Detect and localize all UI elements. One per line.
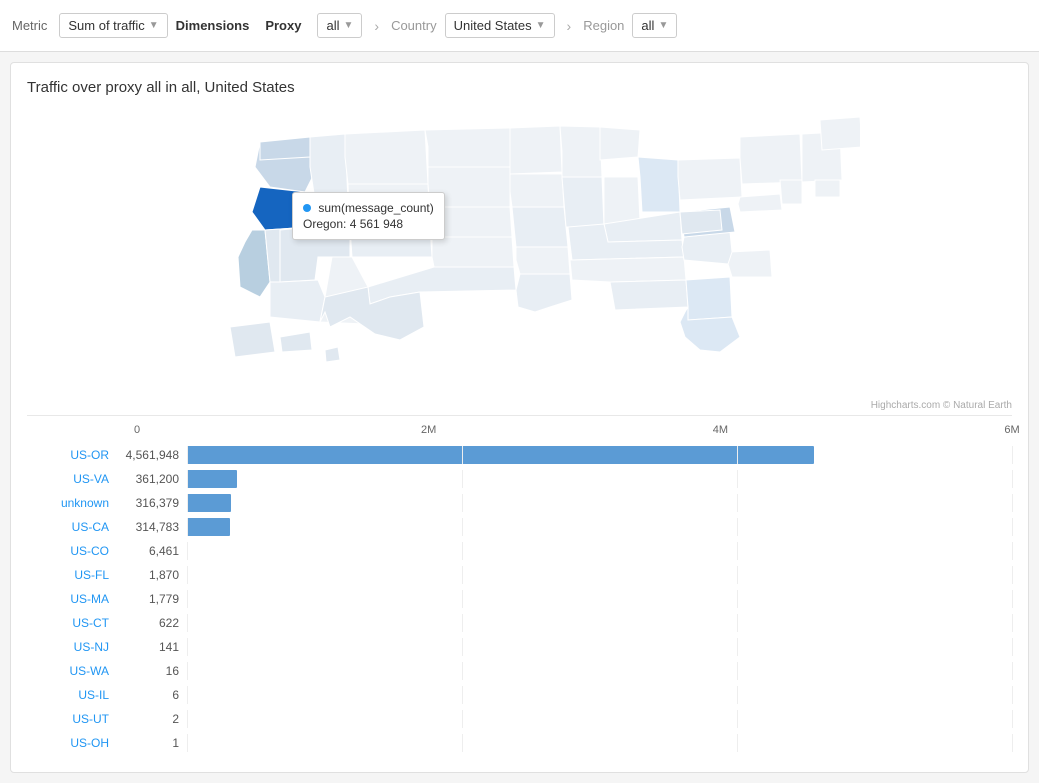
metric-value: Sum of traffic bbox=[68, 18, 144, 33]
table-row: US-UT2 bbox=[27, 708, 1012, 730]
bar-label-US-MA[interactable]: US-MA bbox=[27, 592, 117, 606]
bar-value-US-CO: 6,461 bbox=[117, 544, 187, 558]
bar-fill-US-CA bbox=[187, 518, 230, 536]
axis-label-2m: 2M bbox=[421, 424, 436, 436]
bar-track-US-CO bbox=[187, 542, 1012, 560]
axis-label-6m: 6M bbox=[1004, 424, 1019, 436]
table-row: US-FL1,870 bbox=[27, 564, 1012, 586]
tooltip-value: 4 561 948 bbox=[350, 217, 403, 231]
bar-value-US-IL: 6 bbox=[117, 688, 187, 702]
country-dropdown-arrow: ▼ bbox=[536, 20, 546, 31]
bar-track-US-NJ bbox=[187, 638, 1012, 656]
tooltip-region: Oregon bbox=[303, 217, 343, 231]
bar-value-unknown: 316,379 bbox=[117, 496, 187, 510]
bar-label-US-IL[interactable]: US-IL bbox=[27, 688, 117, 702]
table-row: US-MA1,779 bbox=[27, 588, 1012, 610]
dimensions-label: Dimensions bbox=[176, 18, 250, 33]
bar-value-US-CA: 314,783 bbox=[117, 520, 187, 534]
table-row: US-OR4,561,948 bbox=[27, 444, 1012, 466]
bar-value-US-VA: 361,200 bbox=[117, 472, 187, 486]
table-row: US-OH1 bbox=[27, 732, 1012, 754]
region-value: all bbox=[641, 18, 654, 33]
bar-label-US-CO[interactable]: US-CO bbox=[27, 544, 117, 558]
map-tooltip: sum(message_count) Oregon: 4 561 948 bbox=[292, 192, 445, 240]
table-row: US-WA16 bbox=[27, 660, 1012, 682]
bar-chart-area: 0 2M 4M 6M US-OR4,561,948US-VA361,200unk… bbox=[27, 415, 1012, 754]
chevron-right-icon: › bbox=[374, 18, 379, 34]
chevron-right-icon-2: › bbox=[567, 18, 572, 34]
bar-track-US-OR bbox=[187, 446, 1012, 464]
region-dropdown[interactable]: all ▼ bbox=[632, 13, 677, 38]
bar-track-US-CA bbox=[187, 518, 1012, 536]
map-container: sum(message_count) Oregon: 4 561 948 bbox=[27, 112, 1012, 392]
bar-value-US-OH: 1 bbox=[117, 736, 187, 750]
proxy-dropdown[interactable]: all ▼ bbox=[317, 13, 362, 38]
tooltip-dot bbox=[303, 204, 311, 212]
country-value: United States bbox=[454, 18, 532, 33]
metric-dropdown[interactable]: Sum of traffic ▼ bbox=[59, 13, 167, 38]
bar-label-US-CT[interactable]: US-CT bbox=[27, 616, 117, 630]
bar-value-US-OR: 4,561,948 bbox=[117, 448, 187, 462]
bar-value-US-MA: 1,779 bbox=[117, 592, 187, 606]
table-row: US-CA314,783 bbox=[27, 516, 1012, 538]
country-label: Country bbox=[391, 18, 437, 33]
metric-label: Metric bbox=[12, 18, 47, 33]
bar-label-US-NJ[interactable]: US-NJ bbox=[27, 640, 117, 654]
highcharts-credit: Highcharts.com © Natural Earth bbox=[27, 400, 1012, 411]
bar-label-US-OR[interactable]: US-OR bbox=[27, 448, 117, 462]
bar-label-US-FL[interactable]: US-FL bbox=[27, 568, 117, 582]
table-row: US-CT622 bbox=[27, 612, 1012, 634]
bar-track-US-CT bbox=[187, 614, 1012, 632]
region-label: Region bbox=[583, 18, 624, 33]
axis-labels: 0 2M 4M 6M bbox=[137, 424, 1012, 440]
table-row: US-VA361,200 bbox=[27, 468, 1012, 490]
bar-track-US-IL bbox=[187, 686, 1012, 704]
bar-track-US-UT bbox=[187, 710, 1012, 728]
toolbar: Metric Sum of traffic ▼ Dimensions Proxy… bbox=[0, 0, 1039, 52]
bar-track-US-OH bbox=[187, 734, 1012, 752]
tooltip-metric: sum(message_count) bbox=[318, 201, 433, 215]
bar-value-US-CT: 622 bbox=[117, 616, 187, 630]
bar-track-US-VA bbox=[187, 470, 1012, 488]
country-dropdown[interactable]: United States ▼ bbox=[445, 13, 555, 38]
metric-dropdown-arrow: ▼ bbox=[149, 20, 159, 31]
bar-track-unknown bbox=[187, 494, 1012, 512]
bar-track-US-WA bbox=[187, 662, 1012, 680]
proxy-label: Proxy bbox=[265, 18, 301, 33]
table-row: unknown316,379 bbox=[27, 492, 1012, 514]
bar-track-US-MA bbox=[187, 590, 1012, 608]
bar-value-US-FL: 1,870 bbox=[117, 568, 187, 582]
bar-value-US-WA: 16 bbox=[117, 664, 187, 678]
us-map[interactable] bbox=[180, 112, 860, 372]
bar-fill-US-OR bbox=[187, 446, 814, 464]
axis-label-0: 0 bbox=[134, 424, 140, 436]
chart-title: Traffic over proxy all in all, United St… bbox=[27, 79, 1012, 96]
bar-rows: US-OR4,561,948US-VA361,200unknown316,379… bbox=[27, 444, 1012, 754]
bar-label-US-WA[interactable]: US-WA bbox=[27, 664, 117, 678]
table-row: US-IL6 bbox=[27, 684, 1012, 706]
region-dropdown-arrow: ▼ bbox=[658, 20, 668, 31]
main-content: Traffic over proxy all in all, United St… bbox=[10, 62, 1029, 773]
bar-label-US-VA[interactable]: US-VA bbox=[27, 472, 117, 486]
table-row: US-CO6,461 bbox=[27, 540, 1012, 562]
bar-track-US-FL bbox=[187, 566, 1012, 584]
bar-fill-unknown bbox=[187, 494, 231, 512]
bar-label-US-OH[interactable]: US-OH bbox=[27, 736, 117, 750]
bar-fill-US-VA bbox=[187, 470, 237, 488]
bar-label-US-CA[interactable]: US-CA bbox=[27, 520, 117, 534]
bar-value-US-NJ: 141 bbox=[117, 640, 187, 654]
table-row: US-NJ141 bbox=[27, 636, 1012, 658]
axis-label-4m: 4M bbox=[713, 424, 728, 436]
proxy-dropdown-arrow: ▼ bbox=[343, 20, 353, 31]
bar-label-unknown[interactable]: unknown bbox=[27, 496, 117, 510]
proxy-value: all bbox=[326, 18, 339, 33]
